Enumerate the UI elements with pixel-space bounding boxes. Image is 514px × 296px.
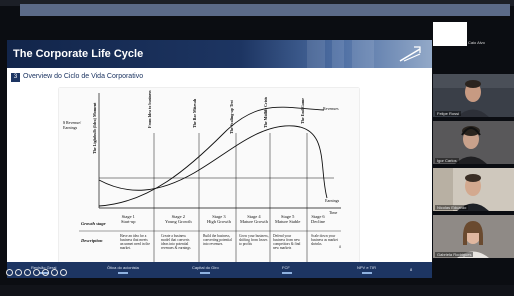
footer-nav-item[interactable]: FCF: [282, 265, 292, 274]
slide-title: The Corporate Life Cycle: [13, 48, 144, 60]
more-options-icon[interactable]: [51, 269, 58, 276]
section-number: 3: [11, 73, 20, 82]
section-title: Overview do Ciclo de Vida Corporativo: [23, 73, 144, 80]
chart-page-number: 8: [339, 244, 342, 249]
slides-icon[interactable]: [42, 269, 49, 276]
stage-name: Stage 3 High Growth: [207, 214, 231, 224]
stage-description: Create a business model that converts id…: [161, 234, 191, 251]
milestone-label: The Bar Mitzvah: [192, 98, 197, 128]
x-axis-label: Time: [329, 210, 338, 215]
slide-header: The Corporate Life Cycle: [7, 40, 432, 68]
participant-tile[interactable]: Felipe Rossi: [433, 74, 514, 117]
participant-tile[interactable]: Igor Carlos: [433, 121, 514, 164]
participant-tile[interactable]: Nicolas Eduardo: [433, 168, 514, 211]
participant-tile[interactable]: Gabriela Rodrigues: [433, 215, 514, 258]
section-heading: 3 Overview do Ciclo de Vida Corporativo: [7, 72, 432, 84]
slide-footer-nav: Revisão Geral Ótica do acionista Capital…: [7, 262, 432, 278]
milestone-label: The Midlife Crisis: [263, 96, 268, 128]
stage-name: Stage 1 Start-up: [121, 214, 136, 224]
stage-description: Build the business, converting potential…: [203, 234, 232, 247]
participant-name: Nicolas Eduardo: [435, 205, 469, 210]
y-axis-label: $ Revenue/ Earnings: [63, 120, 82, 130]
zoom-icon[interactable]: [33, 269, 40, 276]
participant-name: Gabriela Rodrigues: [435, 252, 474, 257]
stage-name: Stage 5 Mature Stable: [275, 214, 301, 224]
participant-name: Felipe Rossi: [435, 111, 462, 116]
stage-name: Stage 2 Young Growth: [165, 214, 192, 224]
earnings-label: Earnings: [325, 198, 340, 203]
stage-description: Grow your business, shifting from losses…: [239, 234, 269, 247]
pen-icon[interactable]: [24, 269, 31, 276]
slide-page-number: 8: [410, 267, 413, 272]
corporate-life-cycle-chart: The Lightbulb (Idea) Moment From Idea to…: [59, 88, 359, 271]
shared-slide: The Corporate Life Cycle 3 Overview do C…: [7, 40, 432, 278]
milestone-label: From Idea to business: [147, 90, 152, 128]
milestone-label: The Scaling-up Test: [229, 100, 234, 134]
self-video-tile[interactable]: [433, 22, 467, 46]
window-bottom-strip: [0, 285, 514, 296]
revenues-label: Revenues: [323, 106, 339, 111]
footer-nav-item[interactable]: Ótica do acionista: [107, 265, 139, 274]
description-row-label: Description: [81, 238, 103, 243]
participant-name: Igor Carlos: [435, 158, 459, 163]
stage-description: Scale down your business as market shrin…: [311, 234, 338, 247]
menu-icon[interactable]: [60, 269, 67, 276]
footer-nav-item[interactable]: NPV e TIR: [357, 265, 376, 274]
header-building-graphic: [307, 40, 325, 68]
milestone-label: The End Game: [300, 97, 305, 124]
meeting-top-bar: [20, 4, 510, 16]
stage-description: Defend your business from new competitor…: [273, 234, 301, 251]
header-building-graphic: [352, 40, 374, 68]
stage-name: Stage 4 Mature Growth: [240, 214, 268, 224]
next-icon[interactable]: [15, 269, 22, 276]
previous-icon[interactable]: [6, 269, 13, 276]
growth-stage-row-label: Growth stage: [81, 221, 106, 226]
participant-name: Caio Alvo: [468, 40, 485, 45]
stage-name: Stage 6 Decline: [311, 214, 325, 224]
logo-icon: [399, 46, 421, 62]
stage-description: Have an idea for a business that meets a…: [120, 234, 150, 251]
header-building-graphic: [332, 40, 344, 68]
footer-nav-item[interactable]: Capital do Giro: [192, 265, 219, 274]
